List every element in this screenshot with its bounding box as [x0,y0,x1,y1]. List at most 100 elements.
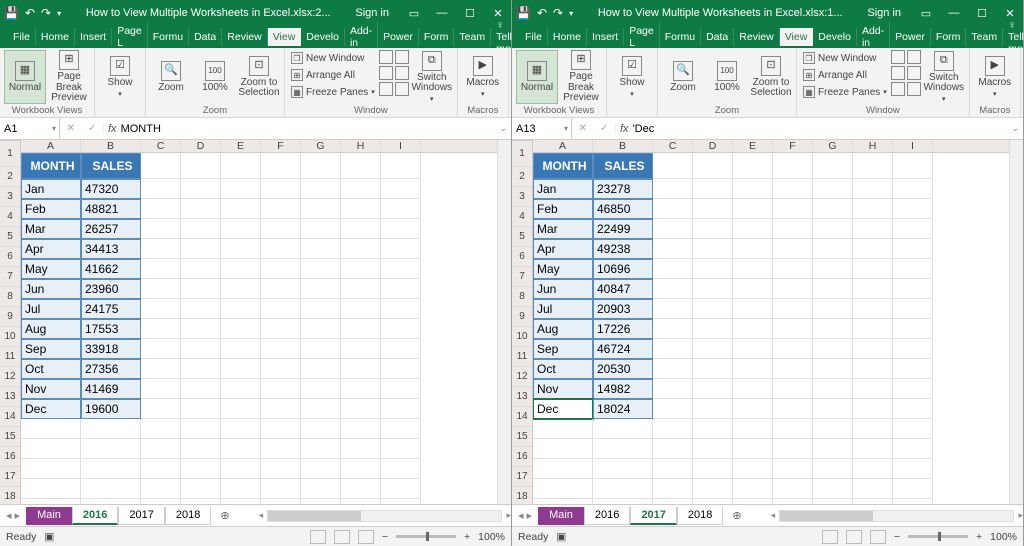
cell[interactable] [81,479,141,499]
cell[interactable] [261,499,301,504]
menu-form[interactable]: Form [419,28,455,46]
cell[interactable] [381,439,421,459]
col-header-F[interactable]: F [261,140,301,152]
sheet-tab-2016[interactable]: 2016 [584,507,630,525]
cell[interactable]: Feb [21,199,81,219]
cell[interactable] [853,279,893,299]
menu-team[interactable]: Team [454,28,491,46]
row-header[interactable]: 11 [512,347,532,367]
cell[interactable] [381,359,421,379]
cell[interactable]: 23278 [593,179,653,199]
cell[interactable] [653,199,693,219]
cell[interactable] [733,239,773,259]
cell[interactable] [653,259,693,279]
cell[interactable] [733,319,773,339]
cell[interactable] [221,439,261,459]
cell[interactable] [853,153,893,179]
cell[interactable] [141,179,181,199]
cell[interactable] [381,153,421,179]
cell[interactable] [141,479,181,499]
cell[interactable] [221,499,261,504]
cell[interactable] [773,259,813,279]
cell[interactable] [853,459,893,479]
cell[interactable] [853,239,893,259]
cell[interactable] [733,419,773,439]
macro-record-icon[interactable]: ▣ [556,531,566,543]
cell[interactable] [341,239,381,259]
cell[interactable] [261,459,301,479]
cell[interactable] [181,439,221,459]
cell[interactable] [301,319,341,339]
vertical-scrollbar[interactable] [1009,140,1023,504]
cell[interactable] [533,499,593,504]
cell[interactable] [773,319,813,339]
cell[interactable] [141,399,181,419]
cell[interactable] [221,219,261,239]
cell[interactable] [853,359,893,379]
cell[interactable]: Nov [533,379,593,399]
col-header-F[interactable]: F [773,140,813,152]
cell[interactable] [341,219,381,239]
cell[interactable]: 47320 [81,179,141,199]
cell[interactable]: May [533,259,593,279]
cell[interactable] [381,239,421,259]
cell[interactable] [141,299,181,319]
cell[interactable] [733,479,773,499]
menu-review[interactable]: Review [734,28,779,46]
cell[interactable] [21,439,81,459]
cell[interactable] [653,359,693,379]
cell[interactable] [181,259,221,279]
cell[interactable] [301,239,341,259]
cell[interactable] [141,499,181,504]
cell[interactable]: 20530 [593,359,653,379]
cell[interactable] [773,379,813,399]
row-header[interactable]: 6 [512,247,532,267]
cell[interactable] [773,439,813,459]
cell[interactable] [733,259,773,279]
cell[interactable] [893,199,933,219]
menu-power[interactable]: Power [378,28,419,46]
cell[interactable] [653,219,693,239]
cell[interactable] [181,219,221,239]
cell[interactable] [693,499,733,504]
zoom-level[interactable]: 100% [990,531,1017,543]
cell[interactable] [693,479,733,499]
col-header-B[interactable]: B [593,140,653,152]
row-header[interactable]: 16 [0,447,20,467]
cell[interactable] [893,299,933,319]
cell[interactable] [813,499,853,504]
cell[interactable] [141,319,181,339]
maximize-icon[interactable]: ☐ [973,7,991,20]
cell[interactable] [853,299,893,319]
cell[interactable] [853,339,893,359]
cell[interactable] [533,439,593,459]
cell[interactable] [893,219,933,239]
cell[interactable] [81,499,141,504]
cell[interactable] [341,479,381,499]
row-header[interactable]: 18 [0,487,20,504]
cell[interactable] [653,339,693,359]
cell[interactable] [221,299,261,319]
cell[interactable]: MONTH [533,153,593,179]
cell[interactable] [141,419,181,439]
window-options-grid[interactable] [891,50,921,96]
cell[interactable] [221,479,261,499]
zoom-100-button[interactable]: 100100% [706,50,748,104]
cell[interactable] [893,239,933,259]
cell[interactable]: 27356 [81,359,141,379]
cell[interactable] [261,259,301,279]
cell[interactable] [853,219,893,239]
cell[interactable] [381,299,421,319]
cell[interactable] [21,479,81,499]
cell[interactable] [261,239,301,259]
cell[interactable] [853,419,893,439]
pagelayout-view-icon[interactable] [846,530,862,544]
cell[interactable] [341,359,381,379]
cell[interactable] [341,339,381,359]
sheet-tab-main[interactable]: Main [26,507,72,525]
cell[interactable] [221,153,261,179]
menu-formu[interactable]: Formu [148,28,189,46]
arrange-all-button[interactable]: ⊞Arrange All [289,67,377,83]
zoom-out-icon[interactable]: − [894,531,900,543]
col-header-D[interactable]: D [181,140,221,152]
